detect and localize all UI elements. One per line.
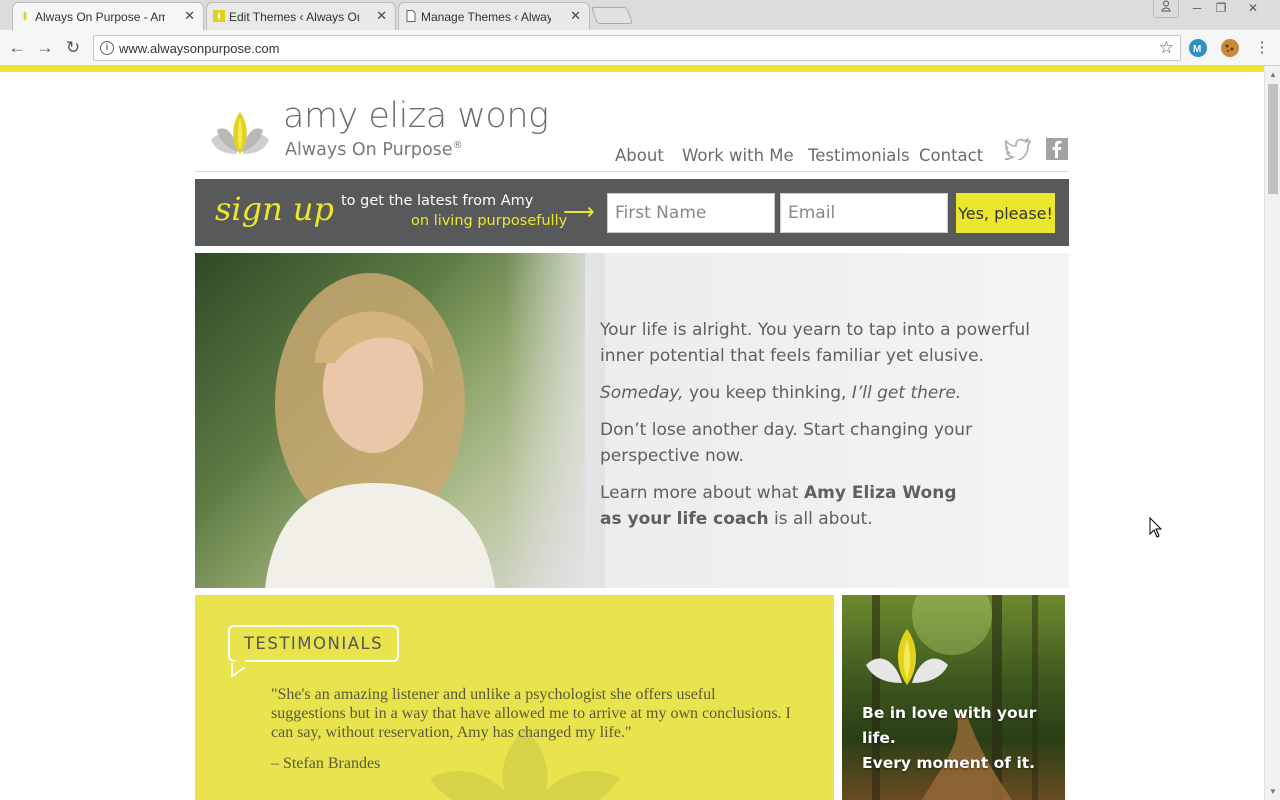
new-tab-button[interactable] (590, 7, 634, 24)
scroll-up-icon[interactable]: ▲ (1269, 70, 1277, 79)
hero-paragraph-3: Don’t lose another day. Start changing y… (600, 420, 973, 466)
back-arrow-icon[interactable]: ← (7, 38, 27, 58)
nav-about[interactable]: About (615, 146, 664, 165)
site-logo-name[interactable]: amy eliza wong (283, 96, 549, 136)
forward-arrow-icon[interactable]: → (35, 38, 55, 58)
lotus-logo-icon[interactable] (207, 108, 273, 160)
nav-contact[interactable]: Contact (919, 146, 983, 165)
site-info-icon[interactable]: i (100, 41, 114, 55)
hero-paragraph-4: Learn more about what Amy Eliza Wong as … (600, 483, 957, 529)
header-divider (195, 171, 1068, 172)
top-accent-bar (0, 66, 1264, 72)
address-bar[interactable]: i www.alwaysonpurpose.com ☆ (93, 35, 1181, 61)
bookmark-star-icon[interactable]: ☆ (1159, 38, 1174, 58)
hero-paragraph-1: Your life is alright. You yearn to tap i… (600, 320, 1030, 366)
tab-always-on-purpose[interactable]: Always On Purpose - Am ✕ (12, 2, 204, 31)
scrollbar[interactable]: ▲ ▼ (1264, 66, 1280, 800)
minimize-icon[interactable]: ─ (1184, 0, 1210, 18)
mouse-cursor-icon (1149, 517, 1163, 538)
promo-forest-image[interactable]: Be in love with your life. Every moment … (842, 595, 1065, 800)
facebook-icon[interactable] (1046, 138, 1068, 160)
site-logo-tagline: Always On Purpose® (285, 140, 463, 160)
signup-submit-button[interactable]: Yes, please! (956, 193, 1055, 233)
testimonial-quote: "She's an amazing listener and unlike a … (271, 686, 791, 741)
menu-kebab-icon[interactable]: ⋮ (1252, 38, 1272, 58)
close-tab-icon[interactable]: ✕ (570, 8, 581, 24)
close-tab-icon[interactable]: ✕ (184, 8, 195, 24)
email-field[interactable] (780, 193, 948, 233)
arrow-right-icon: ⟶ (563, 199, 595, 224)
url-text: www.alwaysonpurpose.com (119, 41, 280, 56)
extension-m-icon[interactable]: M (1189, 39, 1207, 57)
tab-strip: Always On Purpose - Am ✕ Edit Themes ‹ A… (0, 0, 1280, 31)
twitter-icon[interactable] (1004, 138, 1032, 160)
document-icon (406, 10, 416, 22)
hero-banner: Your life is alright. You yearn to tap i… (195, 253, 1069, 588)
svg-text:M: M (1193, 44, 1201, 55)
signup-line-2: on living purposefully (411, 213, 568, 229)
browser-toolbar: ← → ↻ i www.alwaysonpurpose.com ☆ M ⋮ (0, 30, 1280, 66)
close-window-icon[interactable]: ✕ (1240, 0, 1266, 18)
tab-title: Always On Purpose - Am (35, 10, 165, 24)
cookie-extension-icon[interactable] (1221, 39, 1239, 57)
scroll-down-icon[interactable]: ▼ (1269, 787, 1277, 796)
lotus-favicon-icon (23, 11, 27, 21)
promo-text: Be in love with your life. Every moment … (862, 704, 1037, 772)
hero-paragraph-2: Someday, you keep thinking, I’ll get the… (600, 383, 962, 403)
photo-fade (505, 253, 605, 588)
close-tab-icon[interactable]: ✕ (376, 8, 387, 24)
signup-heading: sign up (215, 190, 335, 228)
testimonial-author: – Stefan Brandes (271, 755, 381, 772)
tab-edit-themes[interactable]: Edit Themes ‹ Always On ✕ (206, 2, 396, 30)
testimonials-card: TESTIMONIALS "She's an amazing listener … (195, 595, 834, 800)
reload-icon[interactable]: ↻ (63, 38, 83, 58)
lotus-logo-icon (866, 629, 948, 685)
scrollbar-thumb[interactable] (1268, 84, 1278, 194)
signup-bar: sign up to get the latest from Amy on li… (195, 179, 1069, 246)
testimonials-label: TESTIMONIALS (228, 625, 399, 662)
tab-title: Manage Themes ‹ Alway (421, 9, 551, 24)
signup-line-1: to get the latest from Amy (341, 193, 534, 209)
tab-manage-themes[interactable]: Manage Themes ‹ Alway ✕ (398, 2, 590, 30)
nav-testimonials[interactable]: Testimonials (808, 146, 910, 165)
nav-work-with-me[interactable]: Work with Me (682, 146, 794, 165)
tab-title: Edit Themes ‹ Always On (229, 9, 359, 24)
profile-icon[interactable] (1153, 0, 1179, 18)
restore-icon[interactable]: ❐ (1208, 0, 1234, 18)
lotus-favicon-icon (213, 10, 225, 22)
first-name-field[interactable] (607, 193, 775, 233)
